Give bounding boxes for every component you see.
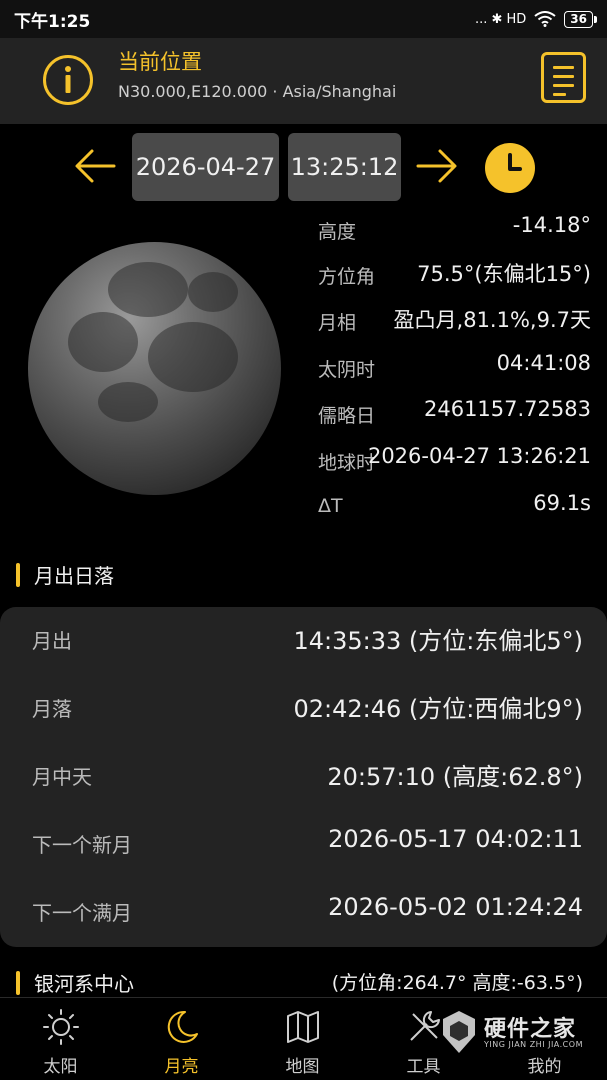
status-icons: ... ✱ HD: [474, 11, 527, 27]
row-label: 下一个满月: [32, 901, 132, 925]
info-label: 月相: [318, 312, 357, 334]
info-label: 方位角: [318, 266, 376, 288]
tab-sun[interactable]: 太阳: [0, 998, 121, 1080]
list-item: 下一个新月 2026-05-17 04:02:11: [0, 811, 607, 879]
rise-set-section-title: 月出日落: [16, 560, 114, 589]
row-value: 14:35:33 (方位:东偏北5°): [293, 627, 584, 655]
menu-line: [553, 84, 574, 87]
info-label: 地球时: [318, 452, 376, 474]
status-bar: 下午1:25 ... ✱ HD 36: [0, 0, 607, 38]
info-label: 太阴时: [318, 359, 376, 381]
info-phase: 月相 盈凸月,81.1%,9.7天: [318, 304, 593, 334]
previous-arrow-icon[interactable]: [72, 143, 118, 189]
clock-icon: [508, 153, 522, 171]
tab-label: 月亮: [164, 1057, 199, 1077]
status-indicators: ... ✱ HD 36: [474, 10, 597, 28]
location-header: 当前位置 N30.000,E120.000 · Asia/Shanghai: [0, 38, 607, 124]
tab-map[interactable]: 地图: [242, 998, 363, 1080]
wifi-icon: [534, 11, 556, 27]
tab-label: 地图: [285, 1057, 320, 1077]
row-label: 下一个新月: [32, 833, 132, 857]
info-value: 2461157.72583: [423, 397, 591, 421]
moon-image: [28, 242, 281, 495]
watermark-text: 硬件之家: [484, 1017, 577, 1042]
moon-icon: [167, 1010, 198, 1043]
status-time: 下午1:25: [14, 11, 91, 32]
date-field[interactable]: 2026-04-27: [132, 133, 279, 201]
info-lunar-time: 太阴时 04:41:08: [318, 351, 593, 381]
row-value: 2026-05-02 01:24:24: [328, 893, 583, 921]
list-item: 月中天 20:57:10 (高度:62.8°): [0, 743, 607, 811]
section-accent-bar: [16, 970, 20, 995]
info-terrestrial-time: 地球时 2026-04-27 13:26:21: [318, 444, 593, 474]
info-label: ΔT: [318, 495, 343, 517]
battery-icon: 36: [564, 10, 597, 28]
time-field[interactable]: 13:25:12: [288, 133, 401, 201]
map-icon: [287, 1011, 319, 1043]
section-label: 月出日落: [34, 564, 114, 588]
row-label: 月出: [32, 629, 72, 653]
row-value: 2026-05-17 04:02:11: [328, 825, 583, 853]
now-button[interactable]: [485, 143, 535, 193]
menu-line: [553, 66, 574, 69]
info-value: -14.18°: [512, 213, 591, 237]
list-menu-button[interactable]: [541, 52, 586, 103]
info-delta-t: ΔT 69.1s: [318, 491, 593, 521]
row-label: 月落: [32, 697, 72, 721]
tab-moon[interactable]: 月亮: [121, 998, 242, 1080]
location-coordinates[interactable]: N30.000,E120.000 · Asia/Shanghai: [118, 82, 396, 101]
date-selector: 2026-04-27 13:25:12: [0, 133, 607, 201]
section-accent-bar: [16, 562, 20, 587]
galaxy-value: (方位角:264.7° 高度:-63.5°): [331, 972, 583, 994]
info-label: 高度: [318, 221, 357, 243]
info-label: 儒略日: [318, 405, 376, 427]
info-value: 75.5°(东偏北15°): [417, 262, 591, 286]
watermark-subtext: YING JIAN ZHI JIA.COM: [484, 1040, 583, 1049]
list-item: 下一个满月 2026-05-02 01:24:24: [0, 879, 607, 947]
list-item: 月出 14:35:33 (方位:东偏北5°): [0, 607, 607, 675]
list-item: 月落 02:42:46 (方位:西偏北9°): [0, 675, 607, 743]
row-value: 02:42:46 (方位:西偏北9°): [293, 695, 584, 723]
watermark-logo: 硬件之家 YING JIAN ZHI JIA.COM: [440, 1007, 600, 1057]
info-button[interactable]: [43, 55, 93, 105]
info-value: 2026-04-27 13:26:21: [367, 444, 591, 468]
next-arrow-icon[interactable]: [414, 143, 460, 189]
info-value: 04:41:08: [496, 351, 591, 375]
galaxy-section-title: 银河系中心: [16, 968, 134, 997]
location-title[interactable]: 当前位置: [118, 46, 202, 76]
rise-set-panel: 月出 14:35:33 (方位:东偏北5°) 月落 02:42:46 (方位:西…: [0, 607, 607, 947]
tools-icon: [410, 1011, 440, 1041]
tab-label: 太阳: [43, 1057, 78, 1077]
row-label: 月中天: [32, 765, 92, 789]
info-icon: [65, 66, 71, 93]
info-value: 69.1s: [533, 491, 591, 515]
watermark-shield-icon: [443, 1011, 475, 1053]
section-label: 银河系中心: [34, 972, 134, 996]
menu-line: [553, 93, 566, 96]
menu-line: [553, 75, 574, 78]
info-value: 盈凸月,81.1%,9.7天: [393, 308, 591, 332]
info-altitude: 高度 -14.18°: [318, 213, 593, 243]
sun-icon: [43, 1009, 79, 1045]
info-azimuth: 方位角 75.5°(东偏北15°): [318, 258, 593, 288]
row-value: 20:57:10 (高度:62.8°): [327, 763, 583, 791]
info-julian-day: 儒略日 2461157.72583: [318, 397, 593, 427]
